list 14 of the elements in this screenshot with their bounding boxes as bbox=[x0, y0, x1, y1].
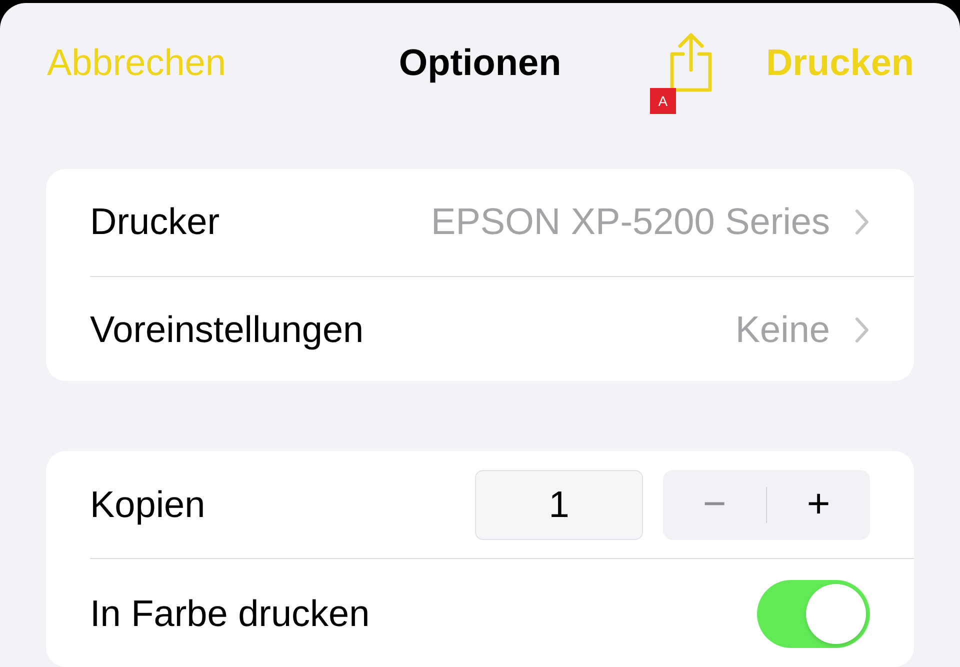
copies-field[interactable]: 1 bbox=[475, 470, 643, 540]
row-value: EPSON XP-5200 Series bbox=[431, 201, 830, 244]
row-label: In Farbe drucken bbox=[90, 593, 370, 636]
chevron-icon bbox=[854, 316, 870, 344]
row-label: Drucker bbox=[90, 201, 220, 244]
row-label: Voreinstellungen bbox=[90, 309, 364, 352]
row-value: Keine bbox=[735, 309, 830, 352]
annotation-badge: A bbox=[650, 88, 676, 114]
settings-row[interactable]: Voreinstellungen Keine bbox=[90, 276, 914, 382]
sheet-title: Optionen bbox=[398, 42, 562, 84]
increment-button[interactable]: + bbox=[767, 470, 870, 540]
settings-row[interactable]: Drucker EPSON XP-5200 Series bbox=[46, 168, 914, 276]
row-label: Kopien bbox=[90, 484, 206, 526]
chevron-icon bbox=[854, 208, 870, 236]
